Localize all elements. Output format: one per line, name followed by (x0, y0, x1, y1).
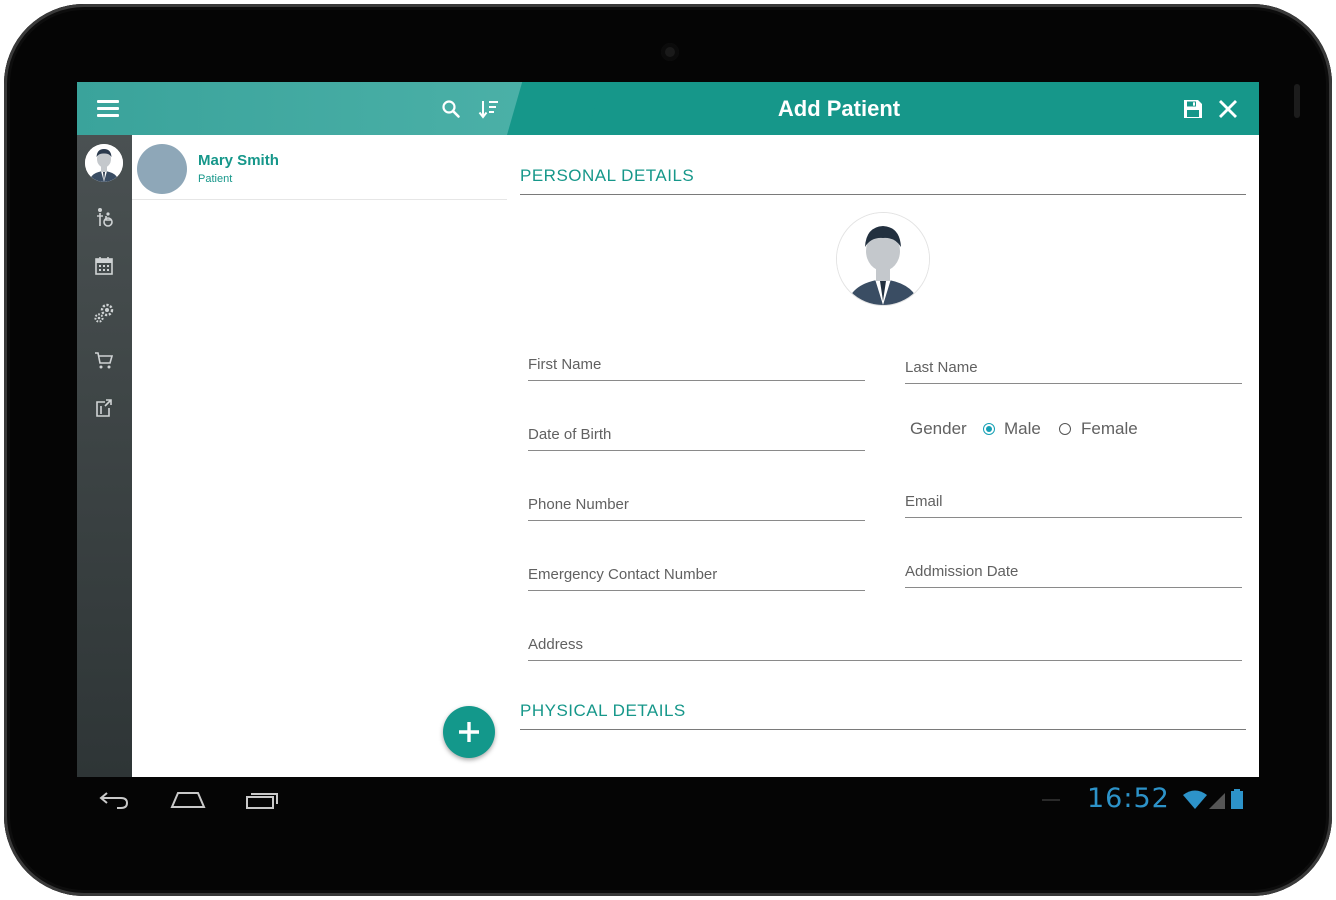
underline (528, 520, 865, 521)
patient-role: Patient (198, 173, 233, 185)
radio-female[interactable] (1059, 423, 1071, 435)
photo-picker[interactable] (837, 213, 929, 305)
phone-number-label: Phone Number (528, 496, 629, 513)
radio-male-label[interactable]: Male (1004, 419, 1041, 439)
sort-icon[interactable] (478, 98, 500, 120)
last-name-label: Last Name (905, 359, 978, 376)
list-item[interactable]: Mary Smith Patient (132, 135, 507, 200)
page-title: Add Patient (777, 96, 901, 121)
wheelchair-icon[interactable] (93, 207, 115, 229)
email-field[interactable]: Email (905, 478, 1242, 518)
emergency-contact-label: Emergency Contact Number (528, 566, 718, 583)
screen: Add Patient Mary Smith Patient PERSONAL … (77, 82, 1259, 777)
phone-number-field[interactable]: Phone Number (528, 481, 865, 521)
last-name-field[interactable]: Last Name (905, 344, 1242, 384)
underline (528, 590, 865, 591)
underline (528, 660, 1242, 661)
person-icon (837, 213, 929, 305)
underline (905, 517, 1242, 518)
address-label: Address (528, 636, 584, 653)
first-name-label: First Name (528, 356, 602, 373)
clock: 16:52 (1087, 783, 1170, 814)
logout-icon[interactable] (93, 397, 115, 419)
toolbar-divider (507, 82, 603, 135)
radio-female-label[interactable]: Female (1081, 419, 1138, 439)
patient-name: Mary Smith (198, 152, 279, 169)
search-icon[interactable] (441, 99, 461, 119)
first-name-field[interactable]: First Name (528, 341, 865, 381)
save-icon[interactable] (1182, 98, 1204, 120)
close-icon[interactable] (1217, 98, 1239, 120)
patient-list: Mary Smith Patient (132, 135, 507, 777)
wifi-icon (1183, 790, 1207, 809)
date-of-birth-label: Date of Birth (528, 426, 612, 443)
address-field[interactable]: Address (528, 621, 1242, 661)
menu-icon[interactable] (97, 100, 119, 118)
signal-icon (1209, 793, 1225, 809)
emergency-contact-field[interactable]: Emergency Contact Number (528, 551, 865, 591)
underline (905, 383, 1242, 384)
home-icon[interactable] (170, 789, 206, 811)
gender-label: Gender (910, 419, 967, 438)
add-patient-button[interactable] (443, 706, 495, 758)
calendar-icon[interactable] (93, 255, 115, 277)
underline (528, 380, 865, 381)
admission-date-label: Addmission Date (905, 563, 1019, 580)
back-icon[interactable] (97, 789, 131, 811)
radio-male[interactable] (983, 423, 995, 435)
admission-date-field[interactable]: Addmission Date (905, 548, 1242, 588)
plus-icon (459, 722, 479, 742)
avatar (137, 144, 187, 194)
system-nav-bar: 16:52 (77, 777, 1259, 825)
app-bar: Add Patient (77, 82, 1259, 135)
email-label: Email (905, 493, 943, 510)
date-of-birth-field[interactable]: Date of Birth (528, 411, 865, 451)
camera (661, 43, 679, 61)
divider (520, 729, 1246, 730)
recent-apps-icon[interactable] (244, 789, 280, 811)
settings-gears-icon[interactable] (93, 302, 115, 324)
nav-rail (77, 135, 132, 777)
battery-icon (1231, 789, 1243, 809)
divider (520, 194, 1246, 195)
hardware-button (1294, 84, 1300, 118)
notification-indicator (1042, 799, 1060, 801)
underline (528, 450, 865, 451)
underline (905, 587, 1242, 588)
cart-icon[interactable] (93, 349, 115, 371)
profile-avatar-icon[interactable] (85, 144, 123, 182)
section-title-physical: PHYSICAL DETAILS (520, 701, 686, 720)
section-title-personal: PERSONAL DETAILS (520, 166, 695, 185)
